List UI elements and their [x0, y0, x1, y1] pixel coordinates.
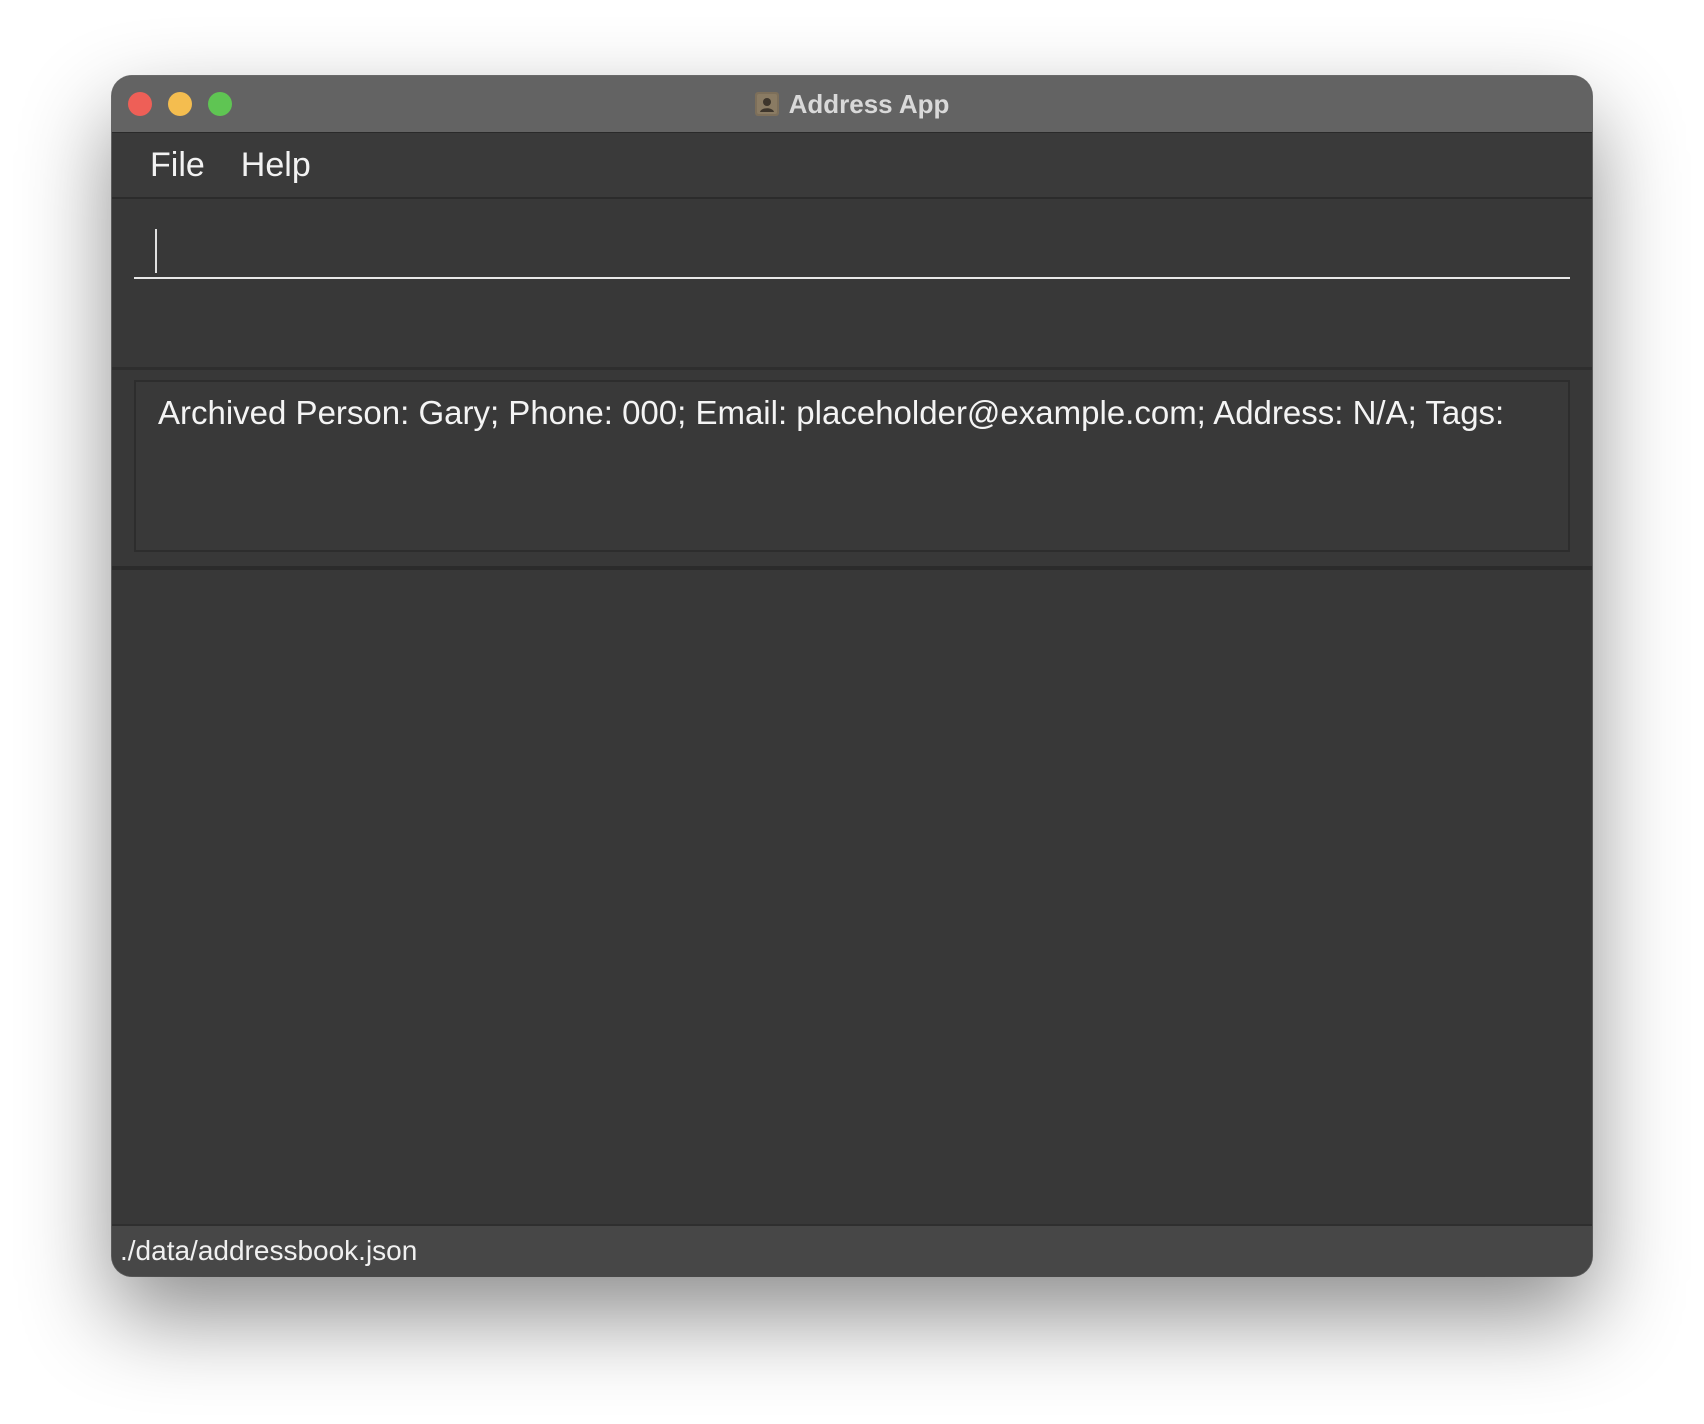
result-display: Archived Person: Gary; Phone: 000; Email… — [112, 370, 1592, 570]
title-bar[interactable]: Address App — [112, 76, 1592, 133]
text-caret — [155, 229, 157, 273]
result-message: Archived Person: Gary; Phone: 000; Email… — [158, 394, 1505, 431]
result-text-area[interactable]: Archived Person: Gary; Phone: 000; Email… — [134, 380, 1570, 552]
save-location: ./data/addressbook.json — [120, 1235, 418, 1266]
app-window: Address App File Help Archived Person: G… — [112, 76, 1592, 1276]
command-box — [112, 199, 1592, 370]
menu-help[interactable]: Help — [237, 142, 315, 189]
menu-file[interactable]: File — [146, 142, 209, 189]
menu-bar: File Help — [112, 133, 1592, 199]
window-title-group: Address App — [112, 76, 1592, 132]
address-book-icon — [754, 92, 779, 116]
window-title: Address App — [788, 88, 950, 119]
command-input[interactable] — [134, 219, 1570, 279]
status-bar: ./data/addressbook.json — [112, 1224, 1592, 1276]
person-list-panel[interactable] — [112, 570, 1592, 1224]
